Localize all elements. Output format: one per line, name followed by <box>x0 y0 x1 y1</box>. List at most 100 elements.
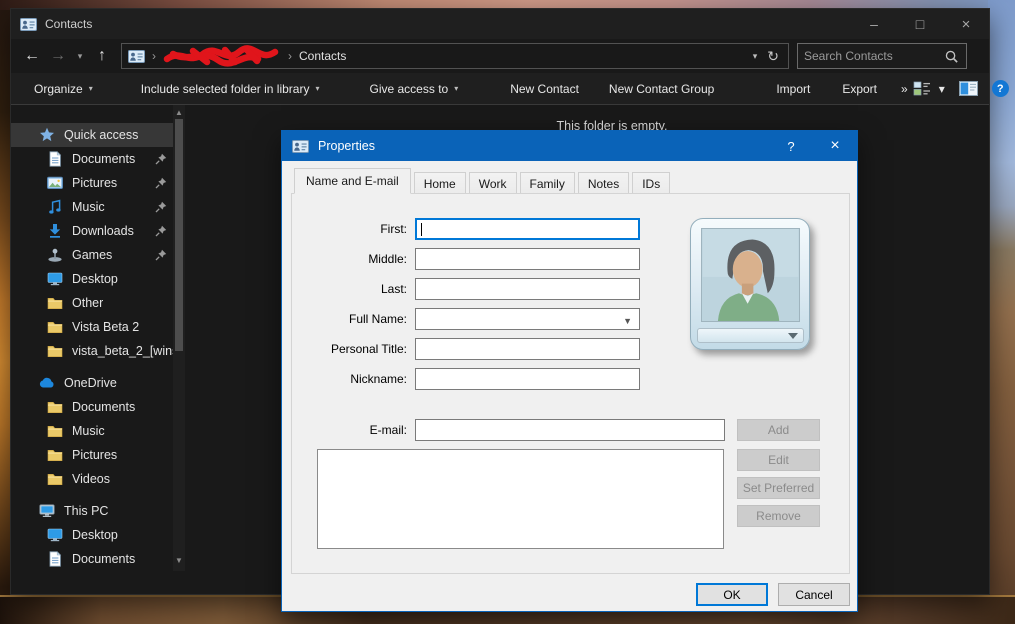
sidebar-scrollbar[interactable]: ▲ ▼ <box>173 105 185 571</box>
middle-name-input[interactable] <box>416 249 639 269</box>
export-button[interactable]: Export <box>837 82 882 96</box>
nickname-input[interactable] <box>416 369 639 389</box>
folder-icon <box>47 399 63 415</box>
more-commands-button[interactable]: » <box>896 82 913 96</box>
tab-home[interactable]: Home <box>414 172 466 194</box>
email-input[interactable] <box>416 420 724 440</box>
new-contact-group-button[interactable]: New Contact Group <box>604 82 719 96</box>
dialog-help-icon[interactable]: ? <box>769 131 813 161</box>
recent-locations-chevron-icon[interactable]: ▾ <box>71 51 89 62</box>
chevron-down-icon: ▾ <box>939 82 945 96</box>
dialog-close-icon[interactable]: × <box>813 131 857 161</box>
document-icon <box>47 151 63 167</box>
sidebar-item-onedrive-documents[interactable]: Documents <box>11 395 173 419</box>
sidebar-item-thispc-desktop[interactable]: Desktop <box>11 523 173 547</box>
tab-name-and-email[interactable]: Name and E-mail <box>294 168 411 194</box>
sidebar-item-quick-access[interactable]: Quick access <box>11 123 173 147</box>
new-contact-button[interactable]: New Contact <box>505 82 584 96</box>
games-icon <box>47 247 63 263</box>
contact-picture[interactable] <box>690 218 810 350</box>
email-list[interactable] <box>317 449 724 549</box>
maximize-button[interactable]: □ <box>897 9 943 39</box>
folder-icon <box>47 423 63 439</box>
search-input[interactable] <box>798 49 944 63</box>
address-dropdown-chevron-icon[interactable]: ▾ <box>745 51 766 62</box>
picture-menu-strip[interactable] <box>697 328 804 343</box>
person-silhouette-icon <box>702 229 799 321</box>
preview-pane-icon[interactable] <box>959 81 978 96</box>
sidebar-item-downloads[interactable]: Downloads <box>11 219 173 243</box>
search-icon[interactable] <box>944 49 959 64</box>
redacted-username-scribble <box>163 45 281 67</box>
chevron-down-icon: ▾ <box>454 84 458 93</box>
personal-title-field[interactable] <box>415 338 640 360</box>
middle-name-field[interactable] <box>415 248 640 270</box>
email-field[interactable] <box>415 419 725 441</box>
nickname-field[interactable] <box>415 368 640 390</box>
sidebar-item-onedrive-pictures[interactable]: Pictures <box>11 443 173 467</box>
cloud-icon <box>39 375 55 391</box>
import-button[interactable]: Import <box>771 82 815 96</box>
sidebar-item-documents[interactable]: Documents <box>11 147 173 171</box>
sidebar-item-this-pc[interactable]: This PC <box>11 499 173 523</box>
text-cursor <box>421 223 422 236</box>
picture-dropdown-icon[interactable] <box>788 333 798 339</box>
personal-title-input[interactable] <box>416 339 639 359</box>
sidebar-item-thispc-documents[interactable]: Documents <box>11 547 173 571</box>
tab-work[interactable]: Work <box>469 172 517 194</box>
up-button[interactable]: ↑ <box>89 47 115 65</box>
minimize-button[interactable]: – <box>851 9 897 39</box>
give-access-to-button[interactable]: Give access to▾ <box>365 82 464 96</box>
first-name-input[interactable] <box>416 219 639 239</box>
sidebar-item-onedrive[interactable]: OneDrive <box>11 371 173 395</box>
sidebar-item-other[interactable]: Other <box>11 291 173 315</box>
folder-icon <box>47 447 63 463</box>
tab-ids[interactable]: IDs <box>632 172 670 194</box>
tab-family[interactable]: Family <box>520 172 575 194</box>
edit-button[interactable]: Edit <box>737 449 820 471</box>
help-icon[interactable]: ? <box>992 80 1009 97</box>
last-name-input[interactable] <box>416 279 639 299</box>
cancel-button[interactable]: Cancel <box>778 583 850 606</box>
include-in-library-button[interactable]: Include selected folder in library▾ <box>136 82 325 96</box>
forward-button[interactable]: → <box>45 47 71 65</box>
refresh-icon[interactable]: ↻ <box>765 48 788 65</box>
chevron-down-icon[interactable]: ▼ <box>623 316 632 326</box>
command-bar: Organize▾ Include selected folder in lib… <box>11 73 989 105</box>
sidebar-item-onedrive-videos[interactable]: Videos <box>11 467 173 491</box>
last-name-label: Last: <box>292 278 407 300</box>
navigation-pane: Quick access Documents Pictures Music Do… <box>11 105 189 571</box>
breadcrumb-contacts[interactable]: Contacts <box>299 49 346 63</box>
sidebar-item-vista-beta-2[interactable]: Vista Beta 2 <box>11 315 173 339</box>
add-button[interactable]: Add <box>737 419 820 441</box>
tab-notes[interactable]: Notes <box>578 172 629 194</box>
sidebar-item-vista-beta-2-winsou[interactable]: vista_beta_2_[winsou <box>11 339 173 363</box>
organize-button[interactable]: Organize▾ <box>29 82 98 96</box>
address-bar[interactable]: › › Contacts ▾ ↻ <box>121 43 789 69</box>
last-name-field[interactable] <box>415 278 640 300</box>
document-icon <box>47 551 63 567</box>
sidebar-item-onedrive-music[interactable]: Music <box>11 419 173 443</box>
first-name-label: First: <box>292 218 407 240</box>
sidebar-item-pictures[interactable]: Pictures <box>11 171 173 195</box>
change-view-button[interactable]: ▾ <box>913 81 945 96</box>
views-icon <box>913 81 932 96</box>
first-name-field[interactable] <box>415 218 640 240</box>
chevron-down-icon: ▾ <box>315 84 319 93</box>
search-box[interactable] <box>797 43 967 69</box>
sidebar-item-games[interactable]: Games <box>11 243 173 267</box>
sidebar-item-music[interactable]: Music <box>11 195 173 219</box>
desktop-icon <box>47 527 63 543</box>
contact-picture-photo <box>701 228 800 322</box>
close-button[interactable]: × <box>943 9 989 39</box>
back-button[interactable]: ← <box>19 47 45 65</box>
folder-icon <box>47 343 63 359</box>
ok-button[interactable]: OK <box>696 583 768 606</box>
scroll-down-icon[interactable]: ▼ <box>175 557 183 565</box>
sidebar-item-desktop[interactable]: Desktop <box>11 267 173 291</box>
set-preferred-button[interactable]: Set Preferred <box>737 477 820 499</box>
scrollbar-thumb[interactable] <box>175 119 183 351</box>
full-name-combobox[interactable]: ▼ <box>415 308 640 330</box>
scroll-up-icon[interactable]: ▲ <box>175 109 183 117</box>
remove-button[interactable]: Remove <box>737 505 820 527</box>
